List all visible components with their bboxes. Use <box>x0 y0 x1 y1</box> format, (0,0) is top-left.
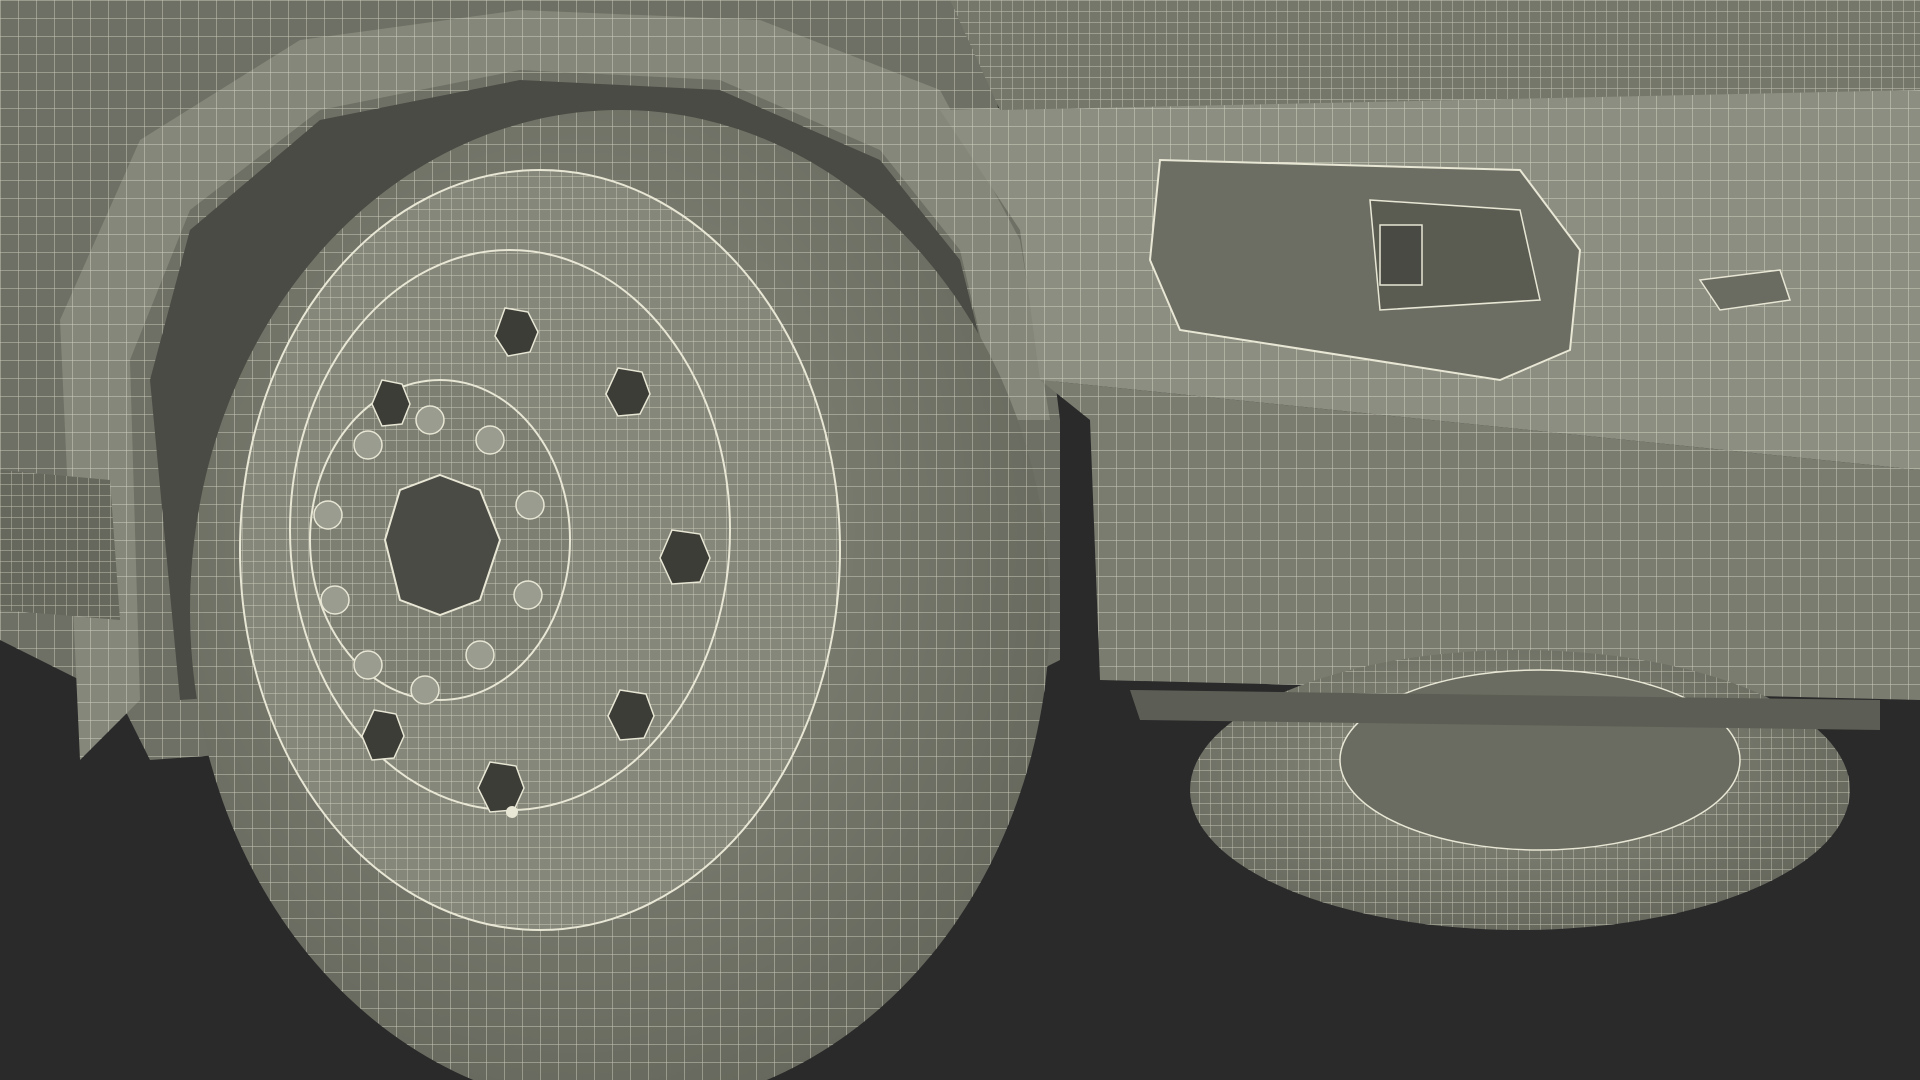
wireframe-render-scene <box>0 0 1920 1080</box>
lug-nut <box>353 650 383 680</box>
lug-nut <box>320 585 350 615</box>
lug-nut <box>313 500 343 530</box>
front-wheel <box>190 110 1050 1080</box>
lug-nut <box>353 430 383 460</box>
lug-nut <box>513 580 543 610</box>
lug-nut <box>410 675 440 705</box>
truck-render-svg <box>0 0 1920 1080</box>
lug-nut <box>475 425 505 455</box>
fog-light-inner <box>1379 224 1423 286</box>
lug-nut <box>415 405 445 435</box>
mud-flap-mesh <box>0 470 120 620</box>
hub-center-bore <box>383 473 502 617</box>
valve-stem <box>506 806 518 818</box>
lug-nut <box>465 640 495 670</box>
lug-nut <box>515 490 545 520</box>
